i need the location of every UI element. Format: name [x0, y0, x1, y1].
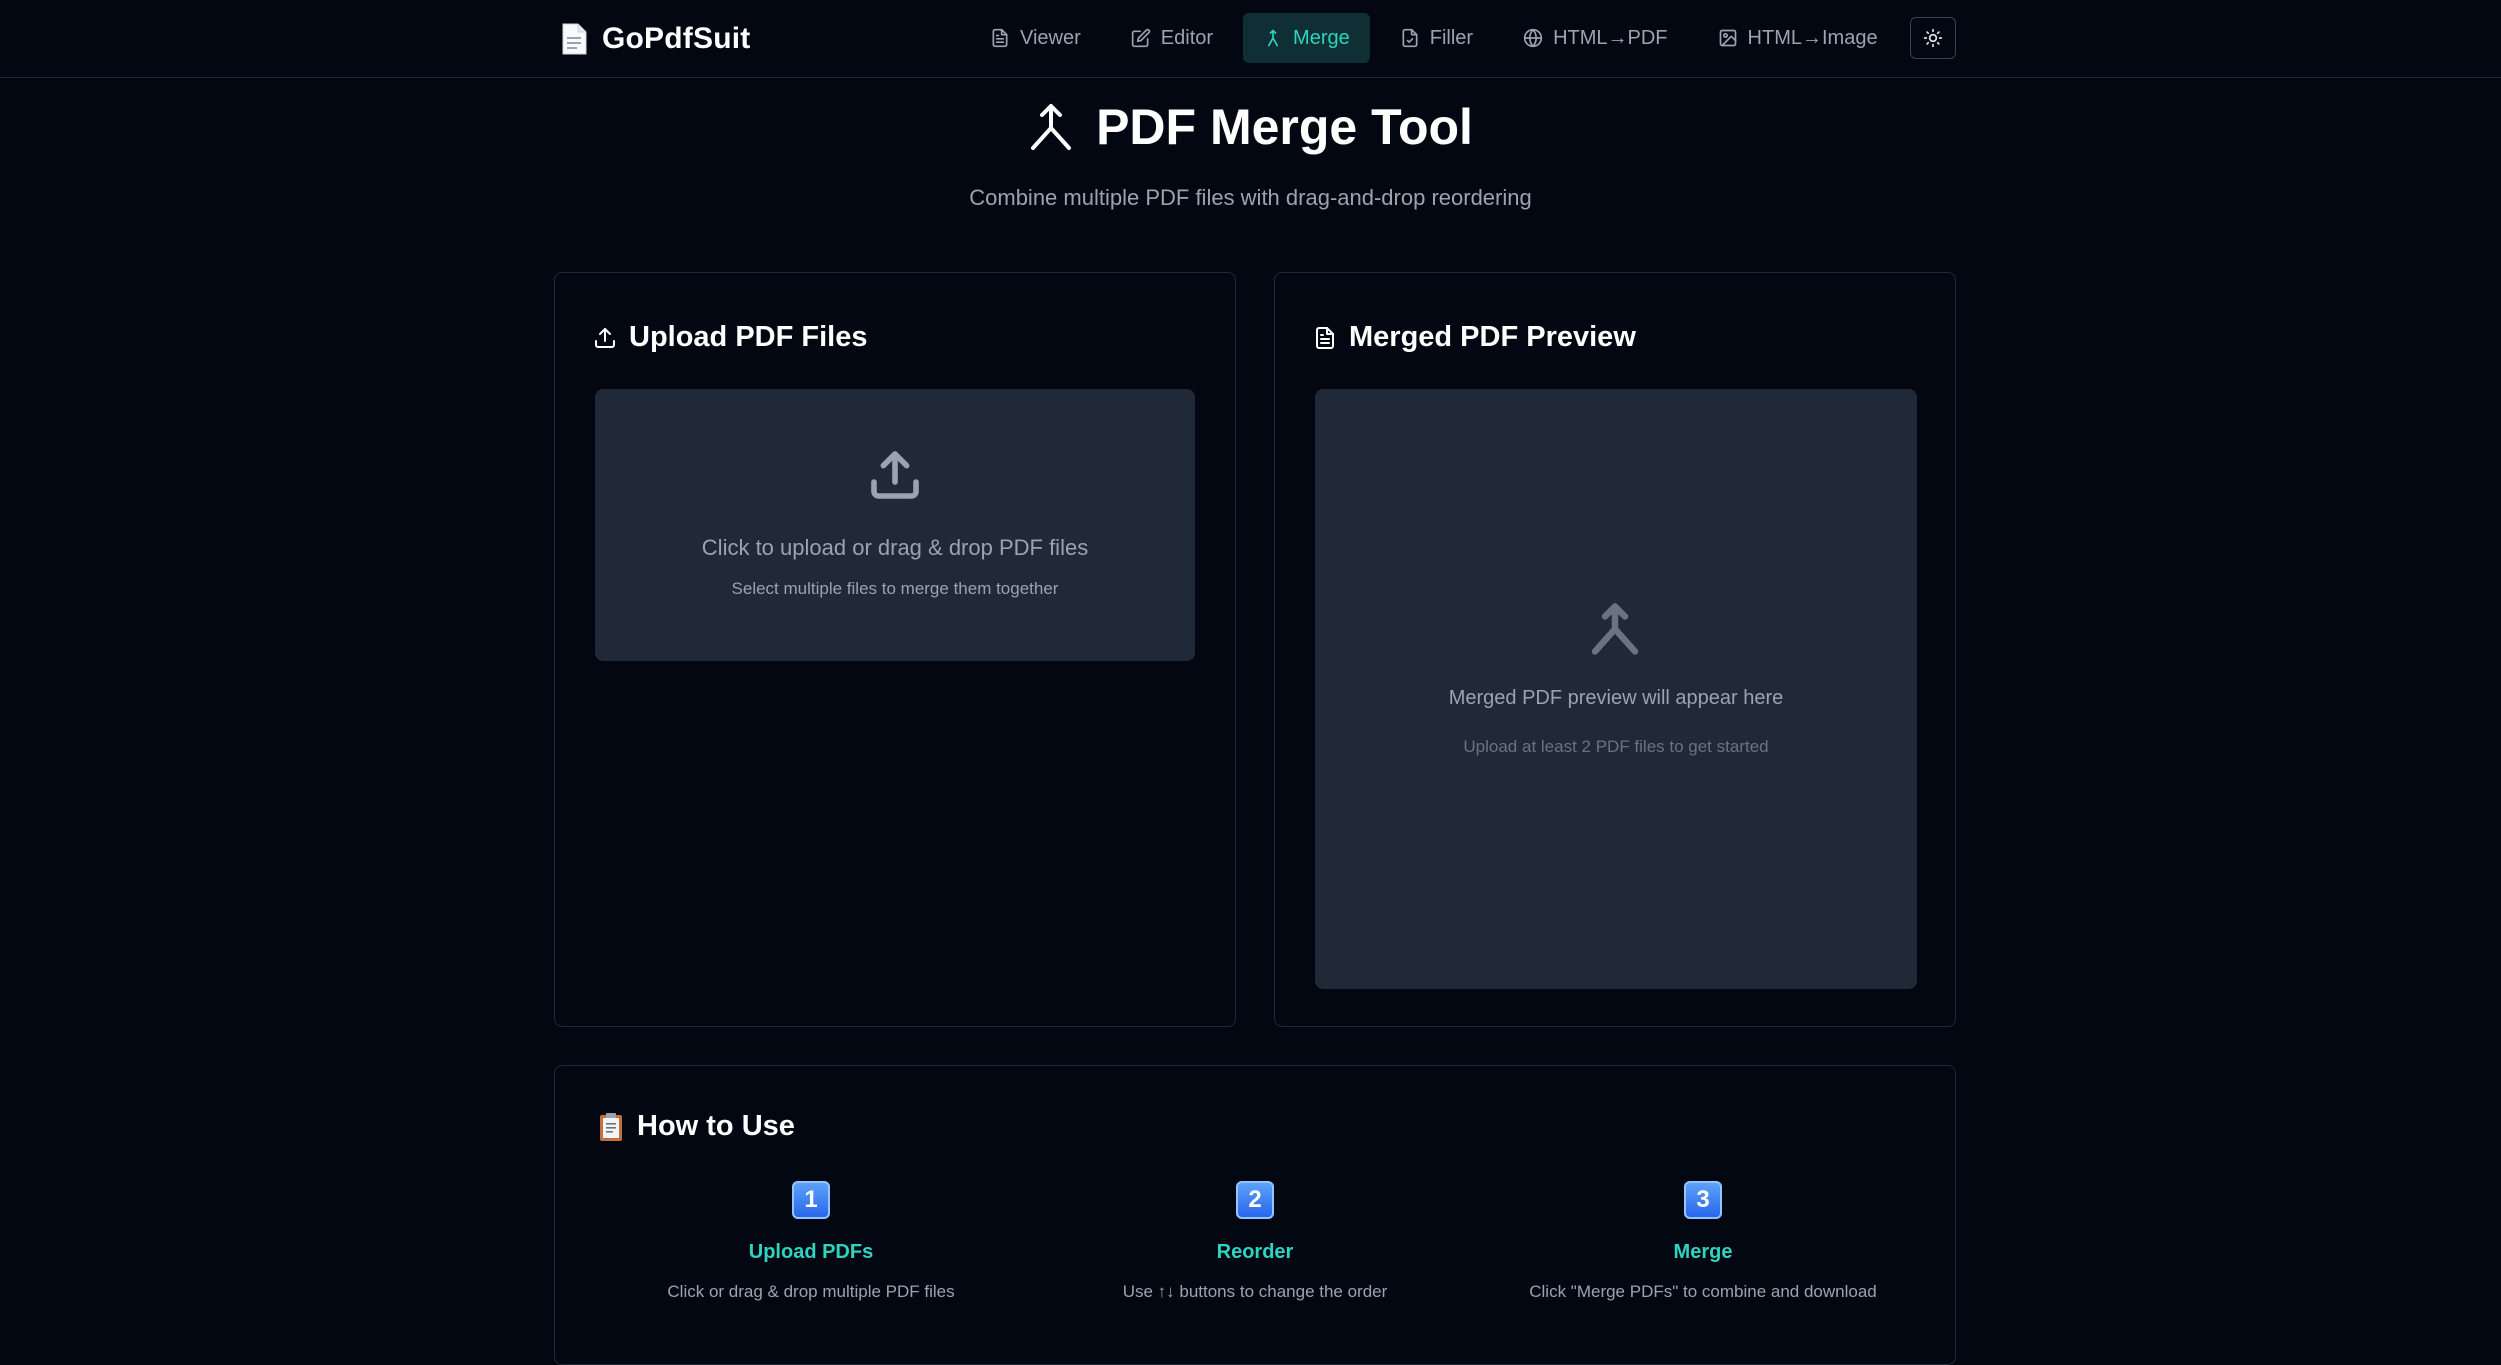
- preview-card-title: Merged PDF Preview: [1313, 321, 1636, 354]
- dropzone-main-text: Click to upload or drag & drop PDF files: [701, 535, 1089, 560]
- nav-item-html-to-pdf[interactable]: HTML→PDF: [1503, 13, 1687, 63]
- pdf-dropzone[interactable]: Click to upload or drag & drop PDF files…: [595, 389, 1195, 661]
- step-description: Click "Merge PDFs" to combine and downlo…: [1529, 1282, 1877, 1301]
- document-logo-icon: [562, 23, 587, 55]
- keycap-three-icon: 3: [1684, 1181, 1722, 1219]
- brand-name: GoPdfSuit: [602, 22, 751, 55]
- globe-icon: [1523, 28, 1543, 48]
- file-text-icon: [1316, 326, 1334, 349]
- nav-item-label: HTML→PDF: [1553, 26, 1668, 49]
- step-title: Reorder: [1216, 1241, 1294, 1263]
- brand-logo-link[interactable]: GoPdfSuit: [560, 18, 750, 60]
- preview-card-heading: Merged PDF Preview: [1349, 321, 1636, 353]
- edit-icon: [1131, 28, 1150, 48]
- upload-icon: [867, 447, 923, 503]
- preview-empty-sub-text: Upload at least 2 PDF files to get start…: [1463, 737, 1769, 756]
- page-title: PDF Merge Tool: [1096, 99, 1473, 155]
- step-title: Upload PDFs: [748, 1241, 874, 1263]
- theme-toggle-button[interactable]: [1910, 17, 1956, 59]
- step-reorder: 2 Reorder Use ↑↓ buttons to change the o…: [1035, 1181, 1475, 1302]
- merge-icon: [1268, 29, 1279, 47]
- step-upload: 1 Upload PDFs Click or drag & drop multi…: [591, 1181, 1031, 1302]
- main-nav: Viewer Editor Merge Filler HTML→PDF HTML…: [970, 13, 1898, 63]
- nav-item-label: Viewer: [1020, 26, 1081, 49]
- upload-card-heading: Upload PDF Files: [629, 321, 868, 353]
- keycap-one-icon: 1: [792, 1181, 830, 1219]
- nav-item-label: Editor: [1160, 26, 1214, 49]
- nav-item-viewer[interactable]: Viewer: [970, 13, 1101, 63]
- merged-preview-area: Merged PDF preview will appear here Uplo…: [1315, 389, 1917, 989]
- how-to-use-card: How to Use 1 Upload PDFs Click or drag &…: [554, 1065, 1956, 1365]
- file-text-icon: [992, 28, 1008, 48]
- upload-card: Upload PDF Files Click to upload or drag…: [554, 272, 1236, 1027]
- sun-icon: [1923, 28, 1943, 48]
- how-to-use-heading: How to Use: [637, 1110, 795, 1142]
- preview-empty-main-text: Merged PDF preview will appear here: [1448, 687, 1784, 709]
- nav-item-filler[interactable]: Filler: [1380, 13, 1493, 63]
- nav-item-label: HTML→Image: [1747, 26, 1878, 49]
- page-title-row: PDF Merge Tool: [0, 94, 2501, 160]
- keycap-two-icon: 2: [1236, 1181, 1274, 1219]
- how-to-use-title: How to Use: [599, 1110, 795, 1143]
- file-check-icon: [1402, 28, 1418, 48]
- dropzone-sub-text: Select multiple files to merge them toge…: [731, 579, 1059, 598]
- nav-item-label: Merge: [1293, 26, 1350, 49]
- nav-item-merge[interactable]: Merge: [1243, 13, 1370, 63]
- top-nav-bar: GoPdfSuit Viewer Editor Merge Filler HTM…: [0, 0, 2501, 78]
- clipboard-icon: [600, 1112, 622, 1141]
- step-description: Click or drag & drop multiple PDF files: [667, 1282, 955, 1301]
- step-description: Use ↑↓ buttons to change the order: [1122, 1282, 1388, 1301]
- step-title: Merge: [1673, 1241, 1733, 1263]
- nav-item-editor[interactable]: Editor: [1111, 13, 1233, 63]
- step-merge: 3 Merge Click "Merge PDFs" to combine an…: [1483, 1181, 1923, 1302]
- upload-card-title: Upload PDF Files: [593, 321, 867, 354]
- merge-icon: [1585, 599, 1645, 659]
- nav-item-label: Filler: [1429, 26, 1474, 49]
- upload-icon: [595, 327, 615, 348]
- merge-icon: [1031, 104, 1072, 150]
- page-subtitle: Combine multiple PDF files with drag-and…: [969, 185, 1532, 210]
- preview-card: Merged PDF Preview Merged PDF preview wi…: [1274, 272, 1956, 1027]
- image-icon: [1719, 29, 1736, 47]
- nav-item-html-to-image[interactable]: HTML→Image: [1698, 13, 1898, 63]
